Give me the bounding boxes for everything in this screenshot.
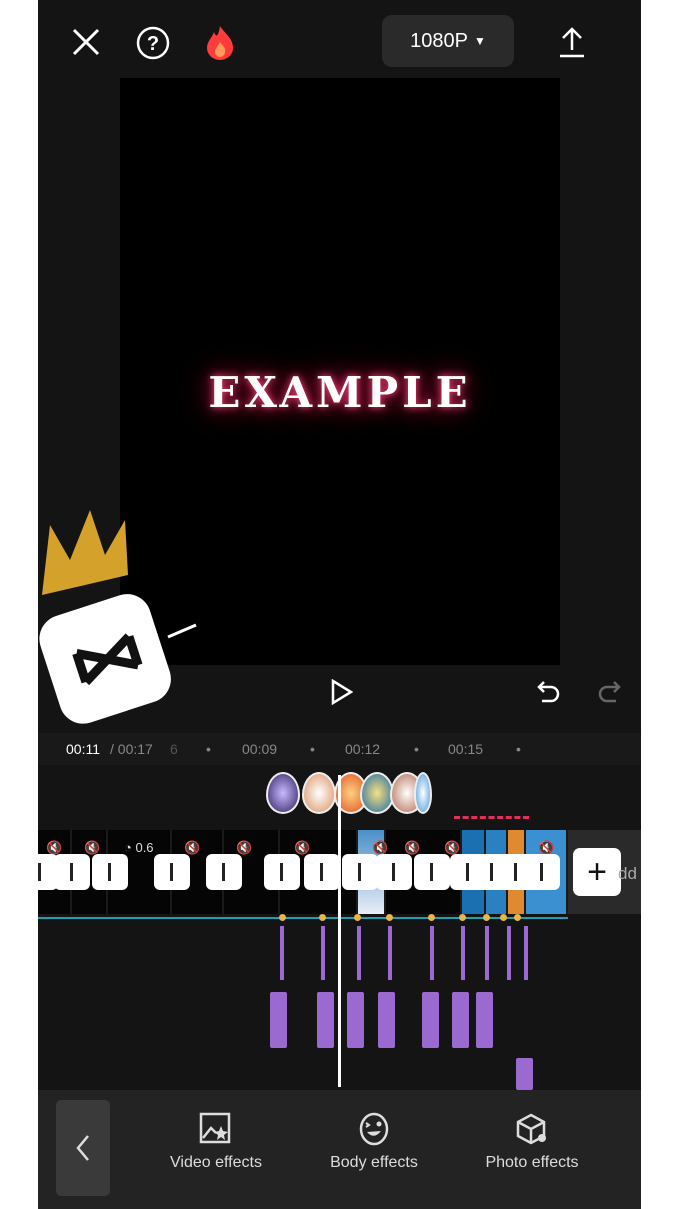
play-button[interactable] bbox=[326, 676, 356, 708]
sticker-clip[interactable] bbox=[414, 772, 432, 814]
effect-clip[interactable] bbox=[270, 992, 287, 1048]
resolution-dropdown[interactable]: 1080P ▼ bbox=[382, 15, 514, 67]
transition-handle[interactable] bbox=[264, 854, 300, 890]
total-time: / 00:17 bbox=[110, 741, 153, 757]
effect-marker[interactable] bbox=[357, 926, 361, 980]
photo-effects-icon bbox=[516, 1113, 546, 1145]
sticker-clip[interactable] bbox=[266, 772, 300, 814]
fire-icon bbox=[207, 26, 233, 60]
transition-handle[interactable] bbox=[206, 854, 242, 890]
effect-clip[interactable] bbox=[516, 1058, 533, 1090]
effect-marker[interactable] bbox=[430, 926, 434, 980]
effect-marker[interactable] bbox=[485, 926, 489, 980]
close-button[interactable] bbox=[66, 24, 106, 60]
transition-handle[interactable] bbox=[22, 854, 58, 890]
undo-icon bbox=[537, 681, 560, 703]
ruler-tick: 00:09 bbox=[242, 741, 278, 757]
help-icon: ? bbox=[136, 26, 170, 60]
effect-clip[interactable] bbox=[476, 992, 493, 1048]
current-time: 00:11 bbox=[66, 741, 100, 757]
transition-handle[interactable] bbox=[342, 854, 378, 890]
ruler-tick: 00:15 bbox=[448, 741, 484, 757]
transition-handle[interactable] bbox=[92, 854, 128, 890]
effect-clip[interactable] bbox=[347, 992, 364, 1048]
add-label: dd bbox=[618, 864, 637, 883]
export-icon bbox=[560, 27, 584, 58]
effect-marker[interactable] bbox=[388, 926, 392, 980]
photo-effects-button[interactable]: Photo effects bbox=[462, 1112, 602, 1172]
effect-clip[interactable] bbox=[317, 992, 334, 1048]
transition-handle[interactable] bbox=[376, 854, 412, 890]
video-effects-icon bbox=[199, 1112, 231, 1144]
effect-marker[interactable] bbox=[524, 926, 528, 980]
ruler-tick: 00:12 bbox=[345, 741, 381, 757]
video-track[interactable]: 🔇 🔇 ◔ 0.6 🔇 🔇 🔇 🔇 🔇 🔇 🔇 bbox=[22, 830, 568, 914]
help-button[interactable]: ? bbox=[133, 23, 173, 63]
play-icon bbox=[331, 679, 353, 705]
bottom-toolbar: Video effects Body effects Photo effects bbox=[38, 1090, 641, 1209]
transition-handle[interactable] bbox=[54, 854, 90, 890]
caret-down-icon: ▼ bbox=[473, 34, 486, 48]
redo-button[interactable] bbox=[594, 676, 624, 706]
dashed-track bbox=[454, 816, 529, 819]
speed-label: 0.6 bbox=[135, 840, 154, 855]
transition-handle[interactable] bbox=[414, 854, 450, 890]
ruler-tick: 6 bbox=[170, 741, 178, 757]
effect-clip[interactable] bbox=[422, 992, 439, 1048]
transition-handle[interactable] bbox=[154, 854, 190, 890]
effect-marker[interactable] bbox=[507, 926, 511, 980]
preview-text: EXAMPLE bbox=[208, 368, 472, 417]
keyframe[interactable] bbox=[386, 914, 393, 921]
svg-text:?: ? bbox=[147, 33, 159, 55]
effect-clip[interactable] bbox=[378, 992, 395, 1048]
pro-button[interactable] bbox=[201, 22, 239, 62]
editor-app: ? 1080P ▼ EXAMPLE 00:11 / 00:17 6 • 00:09… bbox=[22, 0, 641, 1209]
keyframe[interactable] bbox=[428, 914, 435, 921]
close-icon bbox=[72, 28, 100, 56]
playhead[interactable] bbox=[338, 775, 341, 1087]
speed-icon: ◔ 0.6 bbox=[124, 840, 154, 855]
effect-marker[interactable] bbox=[321, 926, 325, 980]
chevron-left-icon bbox=[76, 1135, 89, 1161]
redo-icon bbox=[598, 681, 621, 703]
effect-marker[interactable] bbox=[461, 926, 465, 980]
transition-handle[interactable] bbox=[304, 854, 340, 890]
effect-marker[interactable] bbox=[280, 926, 284, 980]
transition-handle[interactable] bbox=[524, 854, 560, 890]
add-clip-button[interactable]: + bbox=[573, 848, 621, 896]
back-button[interactable] bbox=[56, 1100, 110, 1196]
keyframe[interactable] bbox=[354, 914, 361, 921]
export-button[interactable] bbox=[553, 24, 591, 60]
keyframe[interactable] bbox=[483, 914, 490, 921]
keyframe[interactable] bbox=[500, 914, 507, 921]
keyframe[interactable] bbox=[459, 914, 466, 921]
sticker-clip[interactable] bbox=[302, 772, 336, 814]
capcut-logo-watermark bbox=[0, 505, 197, 725]
undo-button[interactable] bbox=[534, 676, 564, 706]
keyframe[interactable] bbox=[279, 914, 286, 921]
sticker-clip[interactable] bbox=[360, 772, 394, 814]
effect-clip[interactable] bbox=[452, 992, 469, 1048]
body-effects-button[interactable]: Body effects bbox=[304, 1112, 444, 1172]
body-effects-icon bbox=[359, 1112, 389, 1146]
time-ruler[interactable]: 00:11 / 00:17 6 • 00:09 • 00:12 • 00:15 … bbox=[38, 733, 641, 765]
video-effects-button[interactable]: Video effects bbox=[146, 1112, 286, 1172]
keyframe[interactable] bbox=[514, 914, 521, 921]
keyframe[interactable] bbox=[319, 914, 326, 921]
